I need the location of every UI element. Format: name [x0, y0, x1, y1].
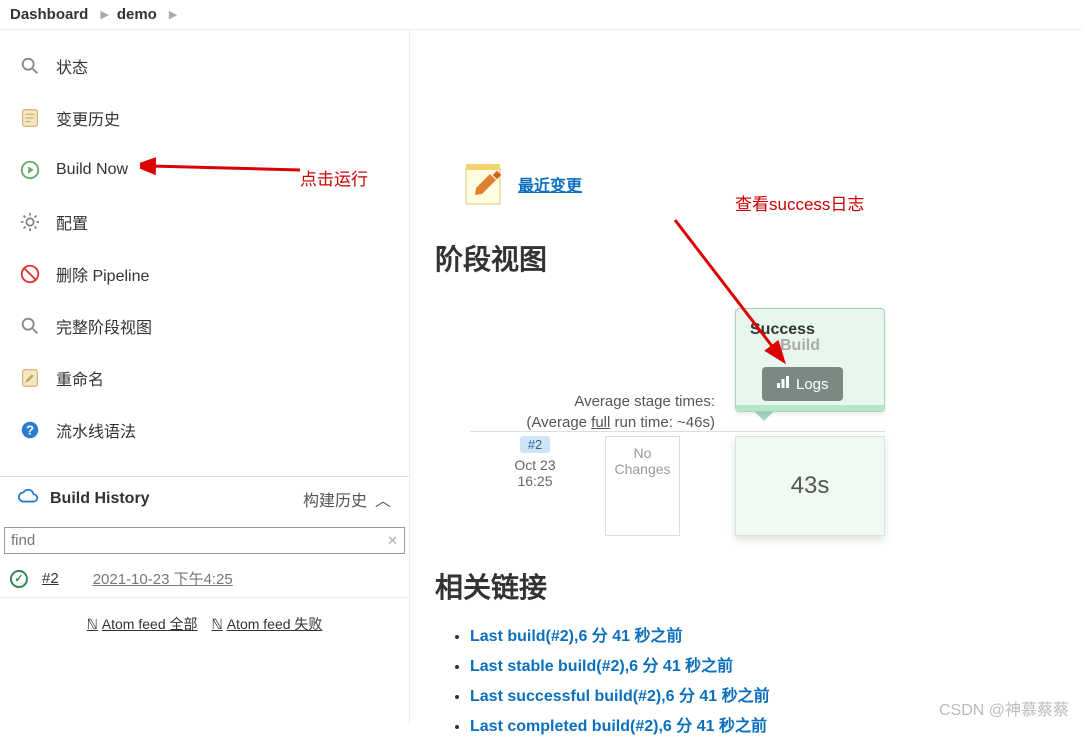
annotation-run: 点击运行: [300, 165, 368, 190]
sidebar-item-label: Build Now: [56, 161, 128, 179]
sidebar-item-label: 配置: [56, 210, 88, 234]
no-changes-cell: No Changes: [605, 436, 680, 536]
sidebar-item-rename[interactable]: 重命名: [0, 352, 409, 404]
stage-view-title: 阶段视图: [435, 238, 1061, 278]
chevron-up-icon: ︿: [375, 487, 391, 511]
sidebar-item-configure[interactable]: 配置: [0, 196, 409, 248]
bar-chart-icon: [776, 375, 790, 393]
build-date-link[interactable]: 2021-10-23 下午4:25: [93, 568, 233, 589]
clear-icon[interactable]: ✕: [387, 533, 398, 549]
no-entry-icon: [18, 262, 42, 286]
sidebar-item-label: 流水线语法: [56, 418, 136, 442]
stage-table: Average stage times: (Average full run t…: [435, 308, 1061, 536]
build-history-header[interactable]: Build History 构建历史 ︿: [0, 476, 409, 521]
link-last-stable[interactable]: Last stable build(#2),6 分 41 秒之前: [470, 658, 733, 675]
gear-icon: [18, 210, 42, 234]
rss-icon: ℕ: [212, 616, 223, 633]
main-content: 最近变更 阶段视图 Average stage times: (Average …: [410, 30, 1081, 725]
pointer-triangle: [755, 412, 773, 421]
build-info-cell[interactable]: #2 Oct 23 16:25: [470, 436, 600, 536]
sidebar: 状态 变更历史 Build Now 配置 删除 Pipeline 完整阶段视图 …: [0, 30, 410, 725]
related-links-title: 相关链接: [435, 566, 1061, 606]
recent-changes-link[interactable]: 最近变更: [518, 172, 582, 196]
rss-icon: ℕ: [87, 616, 98, 633]
breadcrumb-project[interactable]: demo: [117, 6, 157, 23]
edit-icon: [18, 366, 42, 390]
breadcrumb-dashboard[interactable]: Dashboard: [10, 6, 88, 23]
chevron-right-icon: ▶: [100, 8, 108, 21]
stage-header-success[interactable]: Success Build Logs: [735, 308, 885, 412]
annotation-logs: 查看success日志: [735, 190, 864, 215]
chevron-right-icon: ▶: [169, 8, 177, 21]
help-icon: ?: [18, 418, 42, 442]
sidebar-item-pipeline-syntax[interactable]: ? 流水线语法: [0, 404, 409, 456]
sidebar-item-status[interactable]: 状态: [0, 40, 409, 92]
feed-row: ℕAtom feed 全部 ℕAtom feed 失败: [0, 598, 409, 650]
build-history-title: Build History: [50, 490, 150, 508]
find-input[interactable]: [11, 532, 387, 549]
atom-feed-all[interactable]: ℕAtom feed 全部: [87, 614, 198, 634]
link-last-successful[interactable]: Last successful build(#2),6 分 41 秒之前: [470, 688, 770, 705]
build-time: 16:25: [470, 473, 600, 489]
build-number-link[interactable]: #2: [42, 570, 59, 587]
avg-stage-label: Average stage times:: [435, 393, 715, 410]
play-clock-icon: [18, 158, 42, 182]
build-label: Build: [780, 337, 870, 355]
build-row: #2 Oct 23 16:25 No Changes 43s: [470, 431, 885, 536]
success-status-icon: ✓: [10, 570, 28, 588]
build-badge: #2: [520, 436, 550, 453]
search-icon: [18, 314, 42, 338]
sidebar-item-label: 变更历史: [56, 106, 120, 130]
build-date: Oct 23: [470, 457, 600, 473]
build-history-row[interactable]: ✓ #2 2021-10-23 下午4:25: [0, 560, 409, 598]
stage-time-cell[interactable]: 43s: [735, 436, 885, 536]
svg-text:?: ?: [26, 423, 34, 438]
watermark: CSDN @神慕蔡蔡: [939, 696, 1069, 720]
sidebar-item-delete[interactable]: 删除 Pipeline: [0, 248, 409, 300]
sidebar-item-label: 删除 Pipeline: [56, 262, 149, 286]
sidebar-item-label: 状态: [56, 54, 88, 78]
breadcrumb: Dashboard ▶ demo ▶: [0, 0, 1081, 30]
sidebar-item-changes[interactable]: 变更历史: [0, 92, 409, 144]
document-icon: [18, 106, 42, 130]
cloud-icon: [18, 488, 40, 511]
link-last-completed[interactable]: Last completed build(#2),6 分 41 秒之前: [470, 718, 767, 735]
build-history-sub: 构建历史: [303, 487, 367, 511]
sidebar-item-label: 完整阶段视图: [56, 314, 152, 338]
atom-feed-fail[interactable]: ℕAtom feed 失败: [212, 614, 323, 634]
link-last-build[interactable]: Last build(#2),6 分 41 秒之前: [470, 628, 683, 645]
notepad-icon: [460, 160, 508, 208]
find-box[interactable]: ✕: [4, 527, 405, 554]
avg-full-label: (Average full run time: ~46s): [435, 414, 715, 431]
search-icon: [18, 54, 42, 78]
progress-bar: [736, 405, 884, 411]
logs-button[interactable]: Logs: [762, 367, 843, 401]
sidebar-item-full-stage[interactable]: 完整阶段视图: [0, 300, 409, 352]
sidebar-item-label: 重命名: [56, 366, 104, 390]
